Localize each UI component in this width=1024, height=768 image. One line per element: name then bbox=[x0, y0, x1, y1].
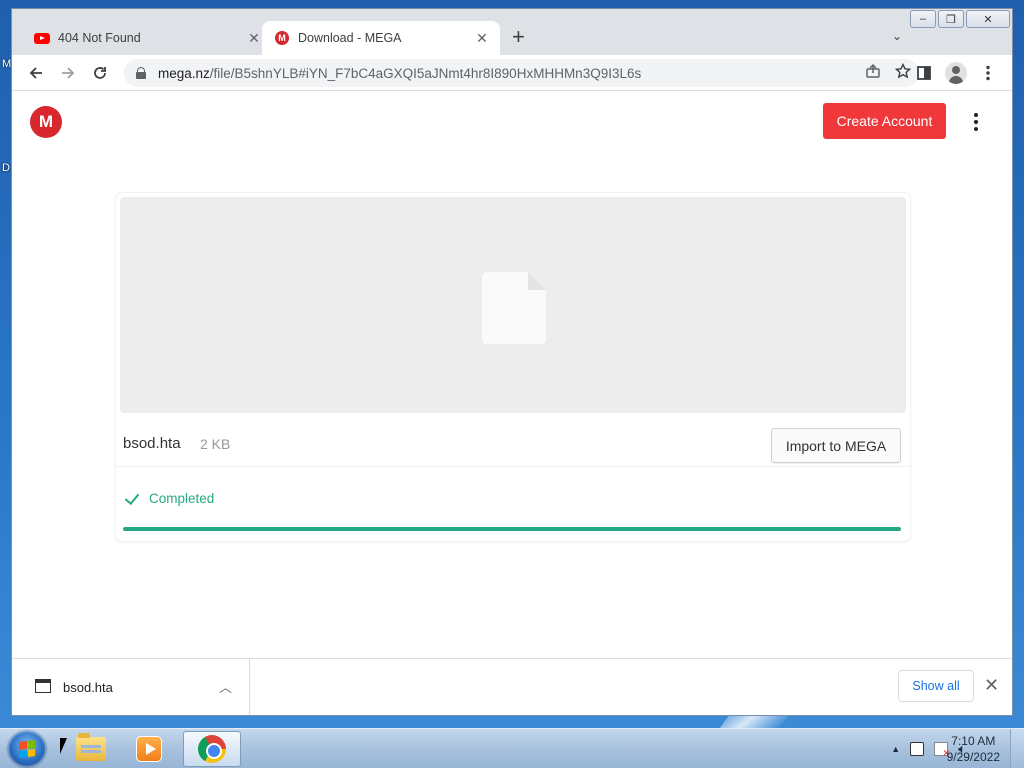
downloads-shelf: bsod.hta ︿ Show all ✕ bbox=[12, 658, 1012, 715]
forward-icon[interactable] bbox=[56, 61, 80, 85]
desktop-icon-label[interactable]: D bbox=[2, 162, 10, 174]
omnibox-actions bbox=[865, 62, 912, 83]
back-icon[interactable] bbox=[24, 61, 48, 85]
menu-icon[interactable] bbox=[978, 61, 998, 85]
file-info-row: bsod.hta 2 KB Import to MEGA bbox=[116, 419, 910, 467]
tab-title: Download - MEGA bbox=[298, 31, 402, 45]
file-size: 2 KB bbox=[200, 436, 231, 452]
network-icon[interactable] bbox=[910, 742, 925, 756]
check-icon bbox=[124, 493, 140, 505]
file-download-card: bsod.hta 2 KB Import to MEGA Completed bbox=[116, 193, 910, 541]
taskbar: ▲ 🔈︎ 7:10 AM 9/29/2022 bbox=[0, 728, 1024, 768]
tray-expand-icon[interactable]: ▲ bbox=[891, 744, 900, 754]
file-name: bsod.hta bbox=[123, 435, 181, 452]
tab-close-icon[interactable]: ✕ bbox=[474, 30, 490, 47]
download-status: Completed bbox=[124, 491, 214, 506]
media-player-icon[interactable] bbox=[120, 731, 178, 767]
reload-icon[interactable] bbox=[88, 61, 112, 85]
mega-page: M Create Account bsod.hta 2 KB Import to… bbox=[12, 91, 1012, 658]
address-bar[interactable]: mega.nz/file/B5shnYLB#iYN_F7bC4aGXQI5aJN… bbox=[124, 59, 919, 87]
download-item-name: bsod.hta bbox=[63, 680, 113, 695]
clock-time: 7:10 AM bbox=[951, 734, 996, 748]
tab-404-not-found[interactable]: 404 Not Found ✕ bbox=[22, 21, 272, 55]
share-icon[interactable] bbox=[865, 63, 881, 83]
progress-fill bbox=[123, 527, 901, 531]
youtube-icon bbox=[34, 30, 50, 46]
profile-icon[interactable] bbox=[944, 61, 968, 85]
tab-download-mega[interactable]: M Download - MEGA ✕ bbox=[262, 21, 500, 55]
windows-logo-icon bbox=[19, 740, 35, 758]
start-button[interactable] bbox=[8, 731, 46, 767]
star-icon[interactable] bbox=[894, 62, 912, 83]
minimize-button[interactable]: – bbox=[910, 10, 936, 28]
import-to-mega-button[interactable]: Import to MEGA bbox=[771, 428, 901, 463]
url-path: /file/B5shnYLB#iYN_F7bC4aGXQI5aJNmt4hr8I… bbox=[209, 65, 642, 81]
close-window-button[interactable]: ✕ bbox=[966, 10, 1010, 28]
show-all-button[interactable]: Show all bbox=[898, 670, 974, 702]
clock[interactable]: 7:10 AM 9/29/2022 bbox=[947, 733, 1000, 765]
side-panel-icon[interactable] bbox=[912, 61, 936, 85]
browser-window: 404 Not Found ✕ M Download - MEGA ✕ + ⌄ … bbox=[11, 8, 1013, 716]
create-account-button[interactable]: Create Account bbox=[823, 103, 946, 139]
desktop-icon-label[interactable]: M bbox=[2, 58, 11, 70]
file-preview bbox=[120, 197, 906, 413]
clock-date: 9/29/2022 bbox=[946, 750, 1000, 764]
mega-icon: M bbox=[274, 30, 290, 46]
new-tab-button[interactable]: + bbox=[512, 26, 525, 48]
restore-button[interactable]: ❐ bbox=[938, 10, 964, 28]
mega-logo[interactable]: M bbox=[30, 106, 62, 138]
tab-strip: 404 Not Found ✕ M Download - MEGA ✕ + ⌄ … bbox=[12, 9, 1012, 55]
progress-bar bbox=[123, 527, 901, 531]
page-menu-icon[interactable] bbox=[970, 113, 982, 133]
browser-toolbar: mega.nz/file/B5shnYLB#iYN_F7bC4aGXQI5aJN… bbox=[12, 55, 1012, 91]
url-host: mega.nz bbox=[158, 65, 210, 81]
show-desktop-button[interactable] bbox=[1010, 729, 1024, 768]
mouse-cursor-icon bbox=[60, 738, 72, 754]
window-file-icon bbox=[35, 679, 51, 693]
chevron-up-icon[interactable]: ︿ bbox=[219, 677, 232, 696]
close-icon[interactable]: ✕ bbox=[984, 675, 999, 696]
tab-search-chevron-icon[interactable]: ⌄ bbox=[892, 29, 902, 43]
window-controls: – ❐ ✕ bbox=[908, 10, 1010, 28]
file-fold-icon bbox=[528, 272, 546, 290]
tab-close-icon[interactable]: ✕ bbox=[246, 30, 262, 47]
download-item[interactable]: bsod.hta ︿ bbox=[12, 659, 250, 715]
chrome-icon[interactable] bbox=[183, 731, 241, 767]
tab-title: 404 Not Found bbox=[58, 31, 141, 45]
status-text: Completed bbox=[149, 491, 215, 506]
lock-icon[interactable] bbox=[136, 67, 146, 79]
